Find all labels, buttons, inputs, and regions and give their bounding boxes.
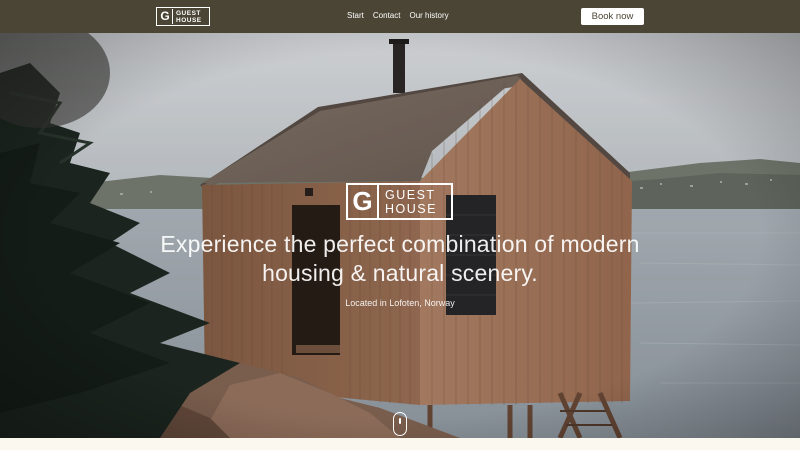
nav-link-start[interactable]: Start <box>347 11 364 20</box>
scroll-mouse-icon[interactable] <box>393 412 407 436</box>
next-section-edge <box>0 438 800 450</box>
logo-letter: G <box>158 9 173 24</box>
hero-logo-letter: G <box>348 185 379 218</box>
logo-text: GUEST HOUSE <box>176 10 202 24</box>
hero-logo-line-1: GUEST <box>385 187 436 202</box>
hero-headline-line-2: housing & natural scenery. <box>262 260 538 286</box>
top-navigation-bar: G GUEST HOUSE Start Contact Our history … <box>0 0 800 33</box>
main-nav: Start Contact Our history <box>347 11 449 20</box>
hero-logo-line-2: HOUSE <box>385 201 437 216</box>
hero-headline-line-1: Experience the perfect combination of mo… <box>160 231 640 257</box>
hero-location: Located in Lofoten, Norway <box>345 298 455 308</box>
book-now-button[interactable]: Book now <box>581 8 644 25</box>
hero-section: G GUEST HOUSE Experience the perfect com… <box>0 33 800 438</box>
hero-logo-text: GUEST HOUSE <box>385 188 437 216</box>
logo-line-2: HOUSE <box>176 16 202 24</box>
hero-logo-icon: G GUEST HOUSE <box>346 183 453 220</box>
logo-line-1: GUEST <box>176 9 201 17</box>
hero-headline: Experience the perfect combination of mo… <box>100 230 700 288</box>
logo-icon[interactable]: G GUEST HOUSE <box>156 7 210 26</box>
scroll-wheel-dot <box>399 418 401 424</box>
nav-link-contact[interactable]: Contact <box>373 11 401 20</box>
nav-link-our-history[interactable]: Our history <box>409 11 448 20</box>
